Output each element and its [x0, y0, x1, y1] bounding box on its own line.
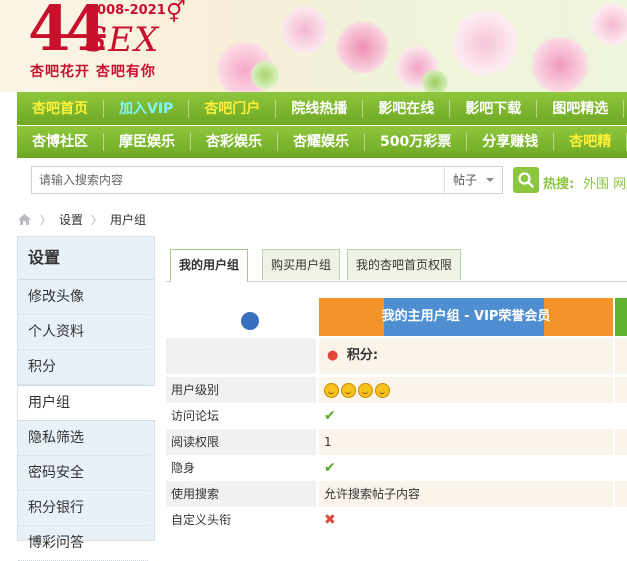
nav-item[interactable]: 杏耀娱乐	[278, 133, 365, 151]
search-type-select[interactable]: 帖子	[444, 167, 502, 193]
breadcrumb-item[interactable]: 设置	[59, 211, 83, 228]
row-label: 使用搜索	[166, 481, 316, 507]
hot-search-label: 热搜:	[543, 177, 575, 192]
pin-icon: ●	[327, 348, 339, 363]
sidebar-item-points[interactable]: 积分	[18, 350, 148, 385]
nav-item[interactable]: 院线热播	[276, 99, 364, 118]
sidebar-item-profile[interactable]: 个人资料	[18, 315, 148, 350]
table-row: 访问论坛 ✔	[166, 403, 627, 429]
check-icon: ✔	[324, 460, 336, 476]
points-row: ● 积分:	[166, 338, 627, 374]
second-column-header	[615, 298, 627, 336]
logo-text: SEX	[84, 20, 160, 60]
points-label: 积分:	[346, 348, 379, 363]
flower-decoration	[590, 2, 627, 47]
search-input[interactable]	[32, 167, 449, 193]
row-label: 自定义头衔	[166, 507, 316, 533]
nav-item[interactable]: 影吧下载	[450, 99, 538, 118]
table-row: 隐身 ✔	[166, 455, 627, 481]
nav-item[interactable]: 500万彩票	[365, 133, 468, 151]
flower-decoration	[450, 8, 520, 78]
sidebar-item-qa[interactable]: 博彩问答	[18, 526, 148, 561]
nav-item[interactable]: 分享赚钱	[467, 133, 555, 151]
search-type-label: 帖子	[453, 173, 478, 187]
tab-buy-usergroup[interactable]: 购买用户组	[262, 249, 341, 280]
nav-item[interactable]: 图吧精选	[537, 99, 625, 118]
sidebar-item-security[interactable]: 密码安全	[18, 456, 148, 491]
flower-decoration	[280, 5, 330, 55]
row-label: 隐身	[166, 455, 316, 481]
chevron-down-icon	[486, 178, 494, 182]
settings-sidebar: 设置 修改头像 个人资料 积分 用户组 隐私筛选 密码安全 积分银行 博彩问答	[17, 236, 155, 561]
points-value: ● 积分:	[319, 338, 613, 374]
second-column-cell	[615, 429, 627, 455]
table-row: 自定义头衔 ✖	[166, 507, 627, 533]
tab-homepage-permission[interactable]: 我的杏吧首页权限	[347, 249, 462, 280]
row-label: 用户级别	[166, 377, 316, 403]
nav-item[interactable]: 摩臣娱乐	[104, 133, 191, 151]
second-column-cell	[615, 507, 627, 533]
smiley-icon	[324, 383, 339, 398]
search-box: 帖子	[31, 166, 503, 194]
tab-my-usergroup[interactable]: 我的用户组	[170, 249, 249, 282]
hot-search-links[interactable]: 外围 网红	[583, 173, 627, 192]
smiley-icon	[358, 383, 373, 398]
row-value: ✔	[319, 403, 613, 429]
row-value: 允许搜索帖子内容	[319, 481, 613, 507]
nav-item[interactable]: 加入VIP	[104, 99, 190, 118]
sidebar-item-bank[interactable]: 积分银行	[18, 491, 148, 526]
table-row: 使用搜索 允许搜索帖子内容	[166, 481, 627, 507]
slogan: 杏吧花开 杏吧有你	[30, 64, 156, 80]
search-button[interactable]	[513, 167, 539, 193]
nav-item[interactable]: 杏吧精	[554, 133, 627, 151]
second-column-cell	[615, 455, 627, 481]
column-title: 我的主用户组 - VIP荣誉会员	[381, 309, 551, 324]
points-row-label	[166, 338, 316, 374]
second-column-cell	[615, 403, 627, 429]
header-banner: 44 2008-2021 SEX ⚥ 杏吧花开 杏吧有你	[0, 0, 627, 92]
leaf-decoration	[250, 60, 280, 90]
row-value: ✔	[319, 455, 613, 481]
nav-item[interactable]: 杏吧门户	[189, 99, 277, 118]
nav-item[interactable]: 杏吧首页	[17, 99, 104, 118]
row-value: ✖	[319, 507, 613, 533]
search-icon	[518, 172, 534, 188]
chevron-right-icon: 〉	[40, 213, 51, 227]
usergroup-tabs: 我的用户组 购买用户组 我的杏吧首页权限	[166, 249, 627, 282]
nav-item[interactable]: 杏博社区	[17, 133, 104, 151]
gender-icon: ⚥	[166, 0, 186, 25]
home-icon[interactable]	[17, 213, 32, 226]
smiley-icon	[375, 383, 390, 398]
smiley-icon	[341, 383, 356, 398]
row-value: 1	[319, 429, 613, 455]
sidebar-title: 设置	[18, 237, 154, 280]
nav-item[interactable]: 影吧在线	[363, 99, 451, 118]
leaf-decoration	[420, 70, 450, 92]
breadcrumb-item[interactable]: 用户组	[110, 211, 146, 228]
main-nav: 杏吧首页 加入VIP 杏吧门户 院线热播 影吧在线 影吧下载 图吧精选	[17, 92, 627, 125]
user-level-value	[319, 377, 613, 403]
second-column-cell	[615, 377, 627, 403]
flower-decoration	[335, 20, 390, 75]
nav-item[interactable]: 杏彩娱乐	[191, 133, 278, 151]
second-column-cell	[615, 338, 627, 374]
cursor-blob	[241, 312, 259, 330]
table-row: 用户级别	[166, 377, 627, 403]
sidebar-item-usergroup[interactable]: 用户组	[18, 385, 155, 421]
cross-icon: ✖	[324, 512, 336, 528]
check-icon: ✔	[324, 408, 336, 424]
sidebar-item-privacy[interactable]: 隐私筛选	[18, 421, 148, 456]
logo-years: 2008-2021	[88, 3, 166, 18]
row-label: 阅读权限	[166, 429, 316, 455]
usergroup-column-header: 我的主用户组 - VIP荣誉会员	[319, 298, 613, 336]
secondary-nav: 杏博社区 摩臣娱乐 杏彩娱乐 杏耀娱乐 500万彩票 分享赚钱 杏吧精	[17, 126, 627, 158]
breadcrumb: 〉 设置 〉 用户组	[17, 211, 146, 228]
row-label: 访问论坛	[166, 403, 316, 429]
chevron-right-icon: 〉	[91, 213, 103, 227]
sidebar-item-avatar[interactable]: 修改头像	[18, 280, 148, 315]
flower-decoration	[530, 35, 590, 92]
table-row: 阅读权限 1	[166, 429, 627, 455]
second-column-cell	[615, 481, 627, 507]
